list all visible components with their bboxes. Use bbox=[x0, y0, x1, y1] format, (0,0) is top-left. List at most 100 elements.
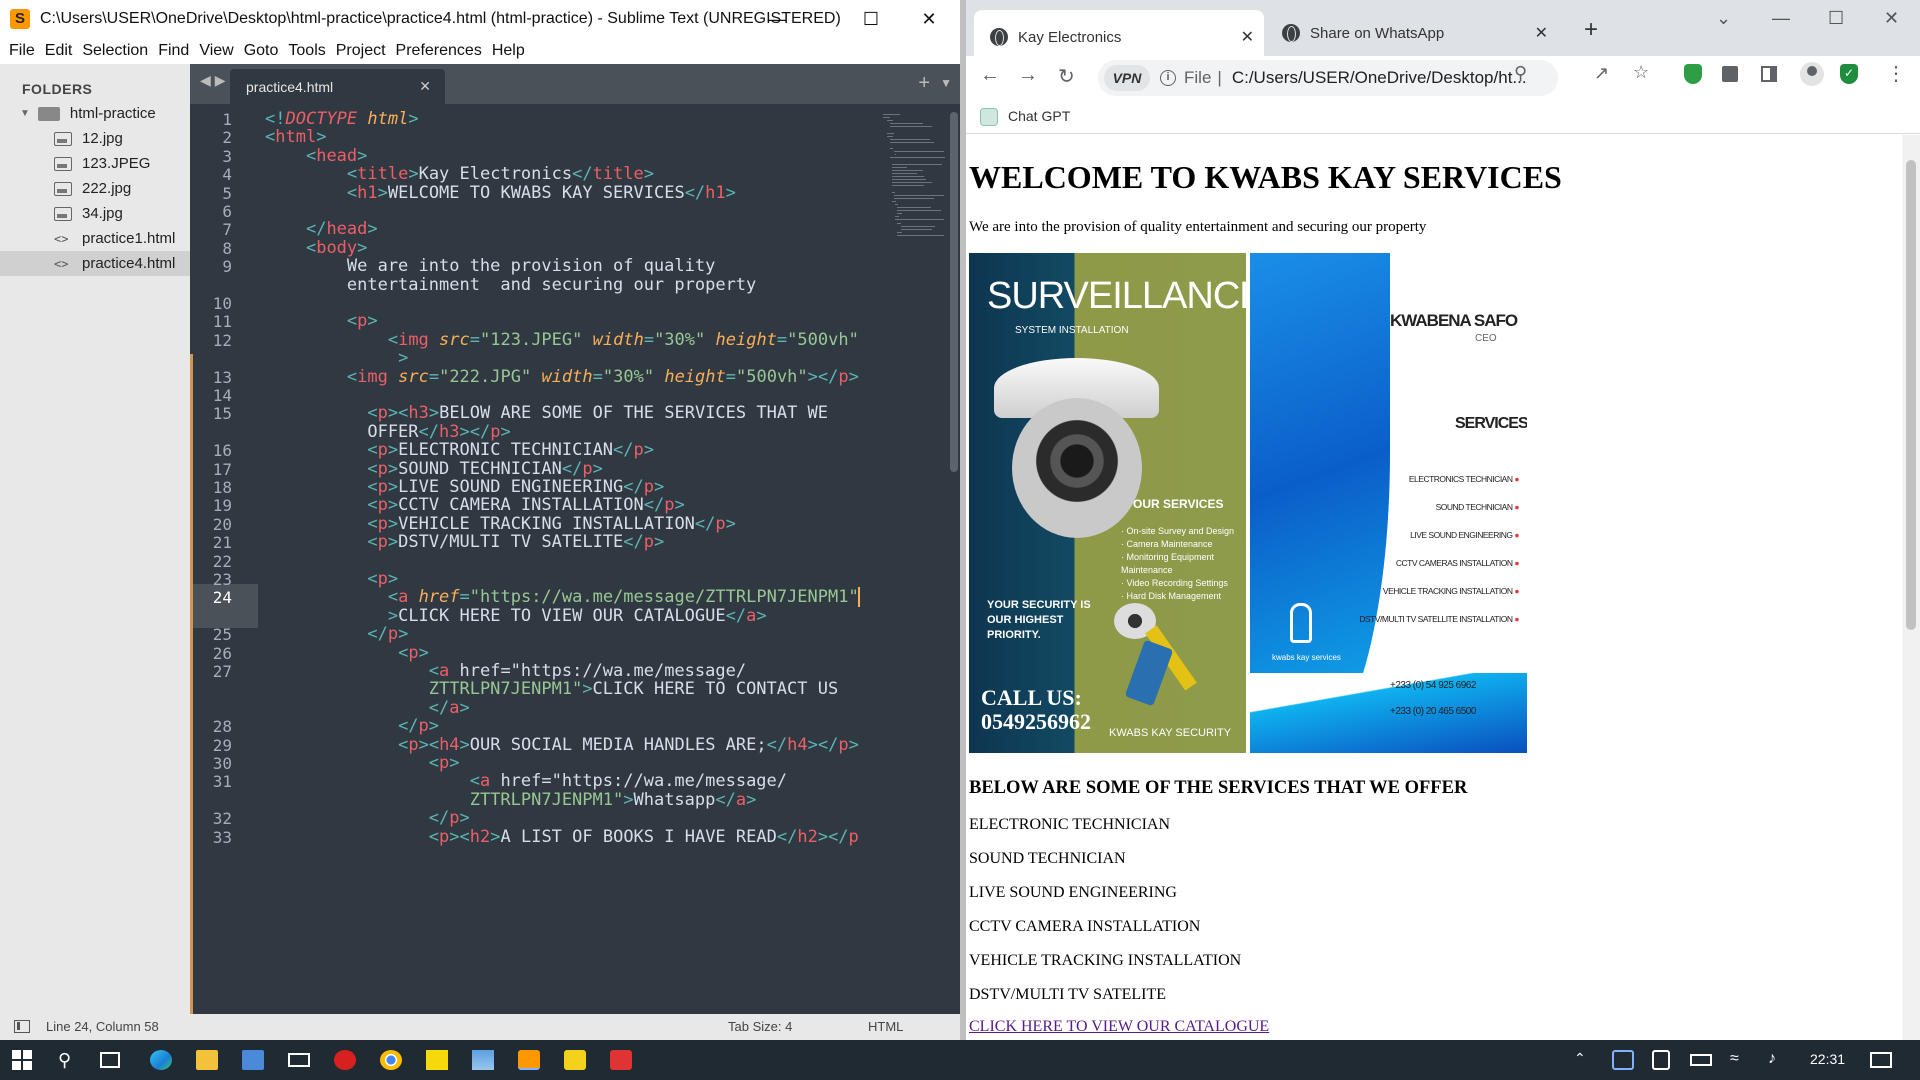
side-panel-icon[interactable] bbox=[1761, 66, 1777, 82]
code-line[interactable]: <p>VEHICLE TRACKING INSTALLATION</p> bbox=[265, 514, 736, 534]
sidebar-file-active[interactable]: <> practice4.html bbox=[0, 251, 190, 276]
minimize-button[interactable]: — bbox=[748, 0, 806, 38]
menu-project[interactable]: Project bbox=[336, 42, 386, 60]
new-tab-button[interactable]: + bbox=[1584, 16, 1598, 44]
code-line[interactable]: OFFER</h3></p> bbox=[265, 422, 510, 442]
code-line[interactable]: <p>CCTV CAMERA INSTALLATION</p> bbox=[265, 495, 684, 515]
code-line[interactable]: ZTTRLPN7JENPM1">Whatsapp</a> bbox=[265, 790, 757, 810]
reload-icon[interactable]: ↻ bbox=[1058, 64, 1075, 89]
start-icon[interactable] bbox=[12, 1050, 32, 1070]
close-button[interactable]: ✕ bbox=[1884, 8, 1899, 29]
clock[interactable]: 22:31 bbox=[1810, 1051, 1845, 1067]
task-view-icon[interactable] bbox=[100, 1052, 120, 1068]
code-line[interactable]: <h1>WELCOME TO KWABS KAY SERVICES</h1> bbox=[265, 183, 736, 203]
maximize-button[interactable]: ☐ bbox=[842, 0, 900, 38]
menu-selection[interactable]: Selection bbox=[82, 42, 148, 60]
catalogue-link[interactable]: CLICK HERE TO VIEW OUR CATALOGUE bbox=[969, 1018, 1269, 1036]
battery-icon[interactable] bbox=[1690, 1054, 1712, 1066]
minimize-button[interactable]: — bbox=[1772, 8, 1790, 29]
code-line[interactable]: <a href="https://wa.me/message/ bbox=[265, 661, 746, 681]
chevron-down-icon[interactable]: ⌄ bbox=[1716, 8, 1731, 29]
code-line[interactable]: <p><h3>BELOW ARE SOME OF THE SERVICES TH… bbox=[265, 403, 828, 423]
menu-view[interactable]: View bbox=[199, 42, 233, 60]
menu-icon[interactable]: ⋮ bbox=[1886, 62, 1906, 86]
code-line[interactable]: ZTTRLPN7JENPM1">CLICK HERE TO CONTACT US bbox=[265, 679, 838, 699]
code-line[interactable]: <p> bbox=[265, 569, 398, 589]
close-tab-icon[interactable]: ✕ bbox=[1241, 27, 1254, 47]
volume-icon[interactable]: ♪ bbox=[1768, 1050, 1790, 1070]
code-line[interactable]: <title>Kay Electronics</title> bbox=[265, 164, 654, 184]
star-icon[interactable]: ☆ bbox=[1633, 62, 1649, 83]
tab-nav-arrows-icon[interactable]: ◀▶ bbox=[200, 72, 230, 89]
cloud-icon[interactable] bbox=[1612, 1050, 1634, 1070]
menu-tools[interactable]: Tools bbox=[288, 42, 325, 60]
sidebar-file[interactable]: 12.jpg bbox=[0, 126, 190, 151]
plus-icon[interactable]: + bbox=[918, 72, 930, 95]
menu-goto[interactable]: Goto bbox=[244, 42, 279, 60]
chevron-down-icon[interactable]: ▼ bbox=[940, 76, 952, 90]
close-tab-icon[interactable]: ✕ bbox=[1535, 23, 1548, 43]
notifications-icon[interactable] bbox=[1870, 1052, 1892, 1068]
sidebar-file[interactable]: 34.jpg bbox=[0, 201, 190, 226]
menu-find[interactable]: Find bbox=[158, 42, 189, 60]
code-line[interactable]: We are into the provision of quality bbox=[265, 256, 715, 276]
code-line[interactable]: <p>SOUND TECHNICIAN</p> bbox=[265, 459, 603, 479]
code-line[interactable]: <head> bbox=[265, 146, 367, 166]
code-line[interactable]: <p> bbox=[265, 753, 460, 773]
code-line[interactable]: <a href="https://wa.me/message/ZTTRLPN7J… bbox=[265, 587, 859, 607]
maximize-button[interactable]: ☐ bbox=[1828, 8, 1844, 29]
photos-icon[interactable] bbox=[472, 1050, 494, 1070]
chrome-icon[interactable] bbox=[380, 1050, 402, 1070]
edge-icon[interactable] bbox=[150, 1050, 172, 1070]
code-line[interactable]: <p><h2>A LIST OF BOOKS I HAVE READ</h2><… bbox=[265, 827, 859, 847]
search-icon[interactable]: ⚲ bbox=[58, 1050, 80, 1070]
minimap[interactable] bbox=[875, 104, 955, 254]
code-line[interactable]: <p>DSTV/MULTI TV SATELITE</p> bbox=[265, 532, 664, 552]
editor-scrollbar[interactable] bbox=[950, 112, 958, 472]
code-line[interactable]: <html> bbox=[265, 127, 326, 147]
security-check-icon[interactable]: ✓ bbox=[1840, 64, 1858, 84]
close-button[interactable]: ✕ bbox=[900, 0, 958, 38]
url-text[interactable]: C:/Users/USER/OneDrive/Desktop/ht... bbox=[1232, 68, 1552, 88]
back-icon[interactable]: ← bbox=[980, 64, 1000, 87]
sidebar-file[interactable]: 123.JPEG bbox=[0, 151, 190, 176]
code-line[interactable]: <img src="123.JPEG" width="30%" height="… bbox=[265, 330, 859, 350]
tab-share-whatsapp[interactable]: Share on WhatsApp ✕ bbox=[1266, 10, 1558, 56]
code-line[interactable]: <p><h4>OUR SOCIAL MEDIA HANDLES ARE;</h4… bbox=[265, 735, 859, 755]
chevron-up-icon[interactable]: ⌃ bbox=[1574, 1050, 1596, 1070]
file-explorer-icon[interactable] bbox=[196, 1050, 218, 1070]
sidebar-file[interactable]: <> practice1.html bbox=[0, 226, 190, 251]
code-line[interactable]: <body> bbox=[265, 238, 367, 258]
tab-size[interactable]: Tab Size: 4 bbox=[728, 1019, 792, 1034]
menu-preferences[interactable]: Preferences bbox=[396, 42, 482, 60]
info-icon[interactable]: i bbox=[1160, 70, 1176, 86]
wps-icon[interactable] bbox=[610, 1050, 632, 1070]
sidebar-folder[interactable]: ▼ html-practice bbox=[0, 101, 190, 126]
device-icon[interactable] bbox=[1652, 1050, 1670, 1070]
code-line[interactable]: </a> bbox=[265, 698, 470, 718]
bookmark-chat-gpt[interactable]: Chat GPT bbox=[1008, 108, 1070, 124]
menu-file[interactable]: File bbox=[9, 42, 35, 60]
code-line[interactable]: </head> bbox=[265, 219, 378, 239]
app-red-icon[interactable] bbox=[334, 1050, 356, 1070]
code-line[interactable]: > bbox=[265, 348, 408, 368]
code-line[interactable]: </p> bbox=[265, 624, 408, 644]
sublime-taskbar-icon[interactable] bbox=[518, 1050, 540, 1070]
menu-edit[interactable]: Edit bbox=[45, 42, 73, 60]
zoom-icon[interactable]: ⚲ bbox=[1514, 63, 1527, 84]
code-line[interactable]: <p>LIVE SOUND ENGINEERING</p> bbox=[265, 477, 664, 497]
wifi-icon[interactable]: ≈ bbox=[1730, 1050, 1752, 1070]
code-line[interactable]: </p> bbox=[265, 808, 470, 828]
close-icon[interactable]: ✕ bbox=[419, 78, 431, 95]
profile-avatar-icon[interactable] bbox=[1800, 62, 1824, 86]
code-line[interactable]: <a href="https://wa.me/message/ bbox=[265, 771, 787, 791]
code-line[interactable]: <!DOCTYPE html> bbox=[265, 109, 419, 129]
code-line[interactable]: >CLICK HERE TO VIEW OUR CATALOGUE</a> bbox=[265, 606, 767, 626]
page-scrollbar-thumb[interactable] bbox=[1906, 160, 1916, 630]
vpn-badge[interactable]: VPN bbox=[1104, 65, 1150, 91]
menu-help[interactable]: Help bbox=[492, 42, 525, 60]
store-icon[interactable] bbox=[242, 1050, 264, 1070]
code-line[interactable]: <img src="222.JPG" width="30%" height="5… bbox=[265, 367, 859, 387]
extension-shield-icon[interactable] bbox=[1684, 64, 1702, 84]
share-icon[interactable]: ↗ bbox=[1594, 63, 1609, 84]
